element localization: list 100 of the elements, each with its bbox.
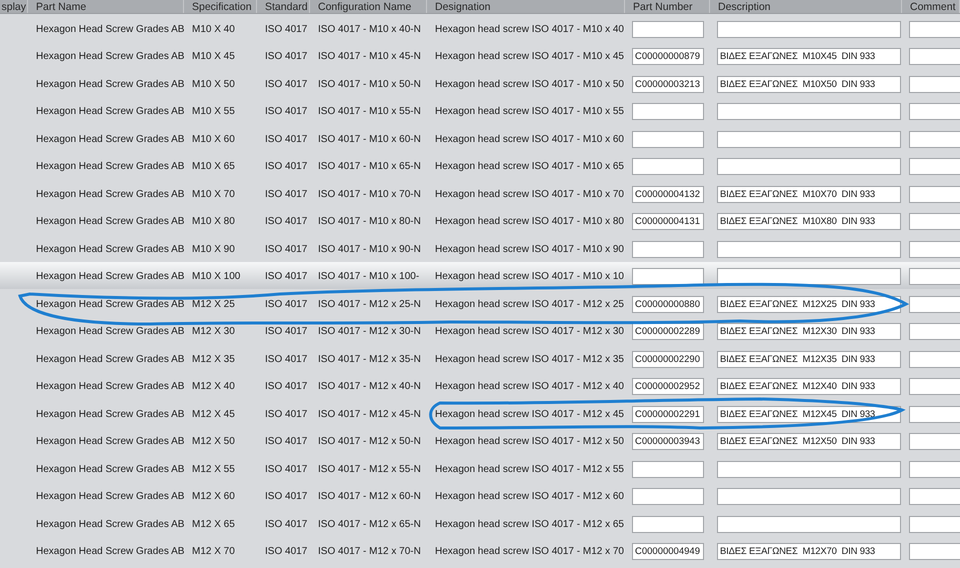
table-cell: ISO 4017 - M12 x 25-N [318,298,421,310]
table-cell: Hexagon Head Screw Grades AB [36,518,184,530]
table-cell: M10 X 55 [192,106,235,118]
part-number-field[interactable]: C00000002952 [632,378,704,396]
table-cell: Hexagon Head Screw Grades AB [36,491,184,502]
description-field[interactable]: ΒΙΔΕΣ ΕΞΑΓΩΝΕΣ M12X35 DIN 933 [717,350,901,368]
table-cell: Hexagon head screw ISO 4017 - M10 x 55 [435,106,624,118]
column-header[interactable]: Part Name [36,2,86,13]
description-field[interactable]: ΒΙΔΕΣ ΕΞΑΓΩΝΕΣ M12X45 DIN 933 [717,406,901,423]
part-number-field[interactable] [632,268,704,286]
table-cell: ISO 4017 - M10 x 45-N [318,51,421,62]
table-cell: ISO 4017 [265,464,308,475]
column-header[interactable]: Standard [265,2,308,13]
table-cell: ISO 4017 [265,188,308,200]
table-cell: Hexagon Head Screw Grades AB [36,24,184,35]
table-cell: M12 X 70 [192,546,235,558]
table-cell: Hexagon Head Screw Grades AB [36,326,184,338]
part-number-field[interactable]: C00000000879 [632,48,704,66]
description-field[interactable]: ΒΙΔΕΣ ΕΞΑΓΩΝΕΣ M12X70 DIN 933 [717,543,901,560]
column-header[interactable]: Specification [192,2,252,13]
column-header[interactable]: Configuration Name [318,2,412,13]
table-cell: ISO 4017 - M10 x 90-N [318,244,421,255]
description-field[interactable] [717,460,901,478]
table-cell: Hexagon head screw ISO 4017 - M10 x 65 [435,161,624,172]
part-number-field[interactable]: C00000003943 [632,433,704,450]
table-cell: ISO 4017 [265,134,308,145]
description-field[interactable] [717,268,901,286]
description-field[interactable]: ΒΙΔΕΣ ΕΞΑΓΩΝΕΣ M12X50 DIN 933 [717,433,901,450]
table-cell: Hexagon Head Screw Grades AB [36,51,184,62]
description-field[interactable]: ΒΙΔΕΣ ΕΞΑΓΩΝΕΣ M12X40 DIN 933 [717,378,901,396]
description-field[interactable]: ΒΙΔΕΣ ΕΞΑΓΩΝΕΣ M10X50 DIN 933 [717,76,901,93]
part-number-field[interactable]: C00000002290 [632,350,704,368]
description-field[interactable] [717,20,901,38]
table-cell: ISO 4017 [265,408,308,420]
table-cell: ISO 4017 - M10 x 40-N [318,24,421,35]
table-cell: M10 X 70 [192,188,235,200]
table-cell: M10 X 100 [192,271,240,282]
description-field[interactable]: ΒΙΔΕΣ ΕΞΑΓΩΝΕΣ M10X80 DIN 933 [717,213,901,230]
selected-row-highlight[interactable]: Hexagon Head Screw Grades AB M10 X 100 ISO 4017 ISO 4017 - M10 x 100- Hexagon head screw ISO 4017 - M10 x 10 [0,262,960,289]
table-cell: Hexagon Head Screw Grades AB [36,436,184,448]
table-cell: Hexagon head screw ISO 4017 - M10 x 40 [435,24,624,35]
part-number-field[interactable]: C00000002291 [632,406,704,423]
part-number-field[interactable] [632,130,704,148]
description-field[interactable]: ΒΙΔΕΣ ΕΞΑΓΩΝΕΣ M12X30 DIN 933 [717,323,901,340]
table-cell: ISO 4017 - M12 x 60-N [318,491,421,502]
table-cell: M12 X 30 [192,326,235,338]
table-cell: Hexagon Head Screw Grades AB [36,78,184,90]
description-field[interactable]: ΒΙΔΕΣ ΕΞΑΓΩΝΕΣ M10X45 DIN 933 [717,48,901,66]
part-number-field[interactable] [632,103,704,120]
table-cell: Hexagon head screw ISO 4017 - M12 x 25 [435,298,624,310]
table-cell: Hexagon head screw ISO 4017 - M12 x 55 [435,464,624,475]
table-cell: Hexagon head screw ISO 4017 - M12 x 60 [435,491,624,502]
description-field[interactable] [717,240,901,258]
table-cell: Hexagon Head Screw Grades AB [36,271,184,282]
description-field[interactable] [717,103,901,120]
table-cell: M12 X 65 [192,518,235,530]
column-header[interactable]: Description [718,2,771,13]
table-cell: Hexagon Head Screw Grades AB [36,354,184,365]
column-header[interactable]: Comment [910,2,956,13]
part-number-field[interactable]: C00000004949 [632,543,704,560]
table-cell: Hexagon head screw ISO 4017 - M10 x 10 [435,271,624,282]
table-cell: M10 X 65 [192,161,235,172]
table-cell: ISO 4017 [265,24,308,35]
part-number-field[interactable] [632,20,704,38]
column-header[interactable]: Designation [435,2,490,13]
description-field[interactable] [717,488,901,506]
table-cell: Hexagon Head Screw Grades AB [36,546,184,558]
table-cell: ISO 4017 - M12 x 30-N [318,326,421,338]
part-number-field[interactable] [632,240,704,258]
table-cell: ISO 4017 [265,271,308,282]
part-number-field[interactable]: C00000000880 [632,296,704,313]
table-cell: ISO 4017 [265,491,308,502]
table-cell: M10 X 45 [192,51,235,62]
description-field[interactable]: ΒΙΔΕΣ ΕΞΑΓΩΝΕΣ M10X70 DIN 933 [717,186,901,203]
part-number-field[interactable] [632,158,704,176]
table-cell: ISO 4017 - M10 x 50-N [318,78,421,90]
description-field[interactable] [717,516,901,533]
part-number-field[interactable]: C00000002289 [632,323,704,340]
part-number-field[interactable]: C00000004131 [632,213,704,230]
table-cell: ISO 4017 [265,51,308,62]
part-number-field[interactable] [632,516,704,533]
table-cell: ISO 4017 - M10 x 80-N [318,216,421,228]
description-field[interactable] [717,130,901,148]
table-cell: Hexagon Head Screw Grades AB [36,134,184,145]
part-number-field[interactable] [632,460,704,478]
table-cell: ISO 4017 [265,298,308,310]
part-number-field[interactable]: C00000004132 [632,186,704,203]
column-header[interactable]: Part Number [633,2,693,13]
table-cell: ISO 4017 - M10 x 70-N [318,188,421,200]
description-field[interactable]: ΒΙΔΕΣ ΕΞΑΓΩΝΕΣ M12X25 DIN 933 [717,296,901,313]
table-cell: M12 X 35 [192,354,235,365]
table-cell: ISO 4017 - M12 x 70-N [318,546,421,558]
table-cell: ISO 4017 [265,161,308,172]
part-number-field[interactable]: C00000003213 [632,76,704,93]
table-cell: M10 X 40 [192,24,235,35]
table-cell: Hexagon head screw ISO 4017 - M10 x 70 [435,188,624,200]
description-field[interactable] [717,158,901,176]
column-header[interactable]: splay [1,2,26,13]
table-cell: M12 X 25 [192,298,235,310]
part-number-field[interactable] [632,488,704,506]
